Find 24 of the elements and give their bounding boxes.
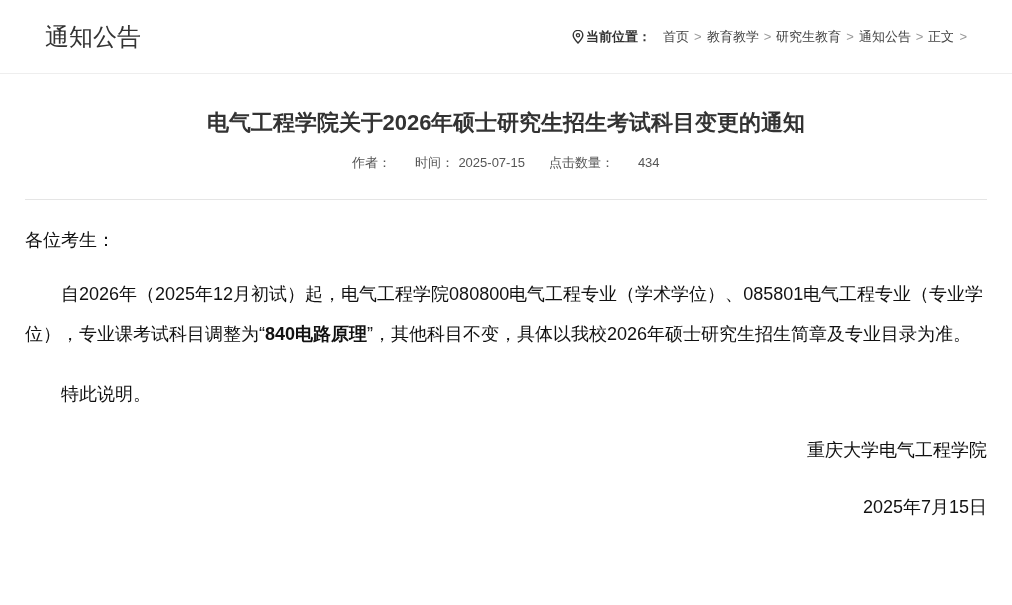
breadcrumb-link[interactable]: 通知公告 [858,26,911,47]
body-paragraph: 特此说明。 [60,382,152,406]
date: 2025年7月15日 [861,495,987,519]
meta-label: 点击数量： [548,154,614,172]
meta-label: 时间： [415,154,455,172]
breadcrumb-separator: > [694,27,702,46]
signature: 重庆大学电气工程学院 [806,438,987,462]
breadcrumb-separator: > [763,27,772,46]
breadcrumb-link[interactable]: 研究生教育 [776,26,842,47]
breadcrumb-link[interactable]: 教育教学 [706,26,759,47]
location-label: 当前位置： [586,27,652,46]
breadcrumb-link[interactable]: 首页 [663,26,690,47]
greeting: 各位考生： [25,228,116,252]
breadcrumb-separator: > [846,27,854,46]
breadcrumb-separator: > [959,27,967,46]
breadcrumb-separator: > [915,27,924,46]
meta-value: 2025-07-15 [458,154,525,172]
meta-label: 作者： [352,154,392,172]
meta-value: 434 [637,154,660,172]
section-title: 通知公告 [45,21,141,52]
location-pin-icon [572,29,585,44]
body-paragraph: 自2026年（2025年12月初试）起，电气工程学院080800电气工程专业（学术学位）、085801电气工程专业（专业学位），专业课考试科目调整为“840电路原理”，其他科目不变，具体以我校2026年硕士研究生招生简章及专业目录为准。 [25,282,985,346]
breadcrumb-link[interactable]: 正文 [928,26,955,47]
article-title: 电气工程学院关于2026年硕士研究生招生考试科目变更的通知 [205,109,807,137]
